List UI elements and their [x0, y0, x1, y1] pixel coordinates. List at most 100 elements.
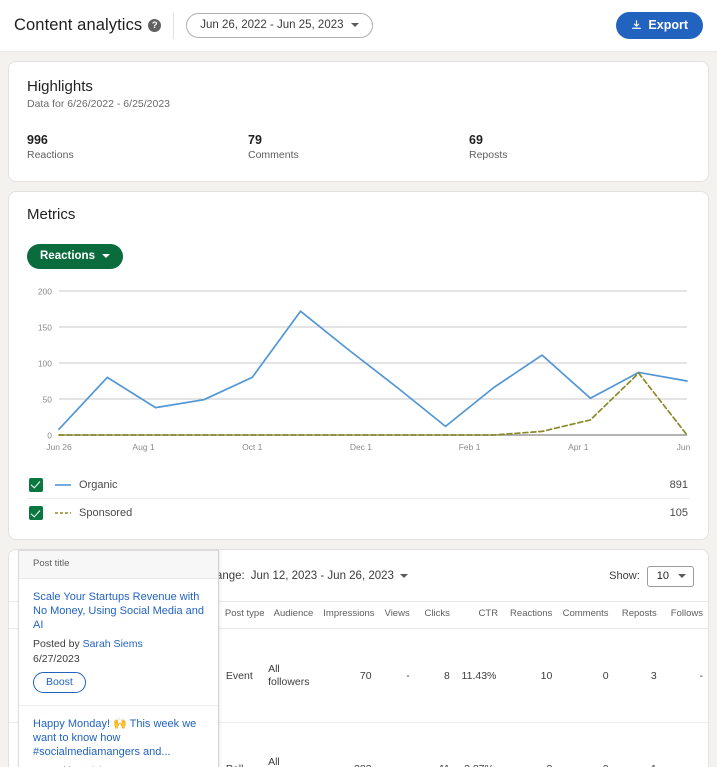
svg-text:Feb 1: Feb 1: [459, 442, 481, 452]
stat-comments: 79 Comments: [248, 133, 469, 161]
cell-views: -: [376, 628, 415, 723]
chevron-down-icon: [678, 573, 686, 578]
svg-text:50: 50: [43, 395, 53, 405]
col-impressions[interactable]: Impressions: [318, 601, 377, 629]
metrics-chart: 0 50 100 150 200 Jun 26 Aug 1 Oct 1 Dec 1 Feb 1 Ap…: [27, 283, 693, 463]
post-author-line: Posted by Sarah Siems: [33, 637, 206, 651]
post-title-cell-1: Scale Your Startups Revenue with No Mone…: [19, 579, 218, 706]
col-post-type[interactable]: Post type: [219, 601, 267, 629]
metrics-card: Metrics Reactions 0 50 100 150 200 Jun 26 Aug …: [8, 191, 709, 540]
download-icon: [632, 19, 642, 29]
cell-ctr: 11.43%: [454, 628, 504, 723]
cell-reactions: 10: [503, 628, 558, 723]
legend-checkbox-sponsored[interactable]: [29, 506, 43, 520]
svg-text:100: 100: [38, 359, 52, 369]
post-title-column-panel: Post title Scale Your Startups Revenue w…: [18, 550, 219, 767]
show-count-value: 10: [656, 569, 669, 582]
help-icon[interactable]: ?: [148, 19, 162, 32]
show-count-control: Show: 10: [609, 565, 694, 587]
col-comments[interactable]: Comments: [557, 601, 614, 629]
stat-value: 996: [27, 133, 48, 147]
legend-checkbox-organic[interactable]: [29, 477, 43, 492]
cell-clicks: 8: [414, 628, 455, 723]
cell-views: -: [376, 722, 415, 767]
cell-audience: All followers: [266, 722, 319, 767]
time-range-value: Jun 12, 2023 - Jun 26, 2023: [250, 570, 394, 582]
legend-swatch-organic: [55, 483, 71, 486]
cell-comments: 0: [557, 628, 614, 723]
highlights-subtitle: Data for 6/26/2022 - 6/25/2023: [27, 98, 171, 110]
app-header: Content analytics ? Jun 26, 2022 - Jun 2…: [0, 0, 717, 52]
stat-reposts: 69 Reposts: [469, 133, 690, 161]
svg-text:0: 0: [47, 431, 52, 441]
highlights-title: Highlights: [27, 78, 93, 95]
cell-clicks: 11: [414, 722, 455, 767]
legend-row-organic: Organic 891: [27, 471, 690, 499]
cell-impressions: 383: [318, 722, 377, 767]
post-author-link[interactable]: Sarah Siems: [83, 638, 143, 650]
cell-follows: -: [661, 628, 708, 723]
stat-reactions: 996 Reactions: [27, 133, 248, 161]
col-ctr[interactable]: CTR: [454, 601, 504, 629]
export-button[interactable]: Export: [616, 12, 703, 39]
svg-text:Jun 26: Jun 26: [46, 442, 72, 452]
legend-value-organic: 891: [669, 478, 688, 491]
show-label: Show:: [609, 570, 640, 582]
cell-reposts: 3: [613, 628, 662, 723]
cell-post-type: Poll: [219, 722, 267, 767]
highlights-stats: 996 Reactions 79 Comments 69 Reposts: [27, 133, 690, 161]
chevron-down-icon: [101, 254, 110, 258]
metrics-title: Metrics: [27, 206, 76, 223]
post-title-cell-2: Happy Monday! 🙌 This week we want to kno…: [19, 706, 218, 767]
content-engagement-card: Content engagement ? Time range: Jun 12,…: [8, 549, 709, 767]
chevron-down-icon: [399, 574, 408, 578]
post-date: 6/27/2023: [33, 653, 80, 665]
legend-value-sponsored: 105: [669, 507, 688, 519]
col-reactions[interactable]: Reactions: [503, 601, 558, 629]
metric-selector-label: Reactions: [40, 250, 95, 262]
col-clicks[interactable]: Clicks: [414, 601, 455, 629]
chart-legend: Organic 891 Sponsored 105: [27, 471, 690, 527]
cell-reposts: 1: [613, 722, 662, 767]
highlights-card: Highlights Data for 6/26/2022 - 6/25/202…: [8, 61, 709, 182]
col-audience[interactable]: Audience: [266, 601, 319, 629]
posted-by-label: Posted by: [33, 638, 80, 650]
stat-label: Comments: [248, 149, 299, 161]
show-count-select[interactable]: 10: [646, 565, 694, 587]
svg-text:Aug 1: Aug 1: [132, 442, 154, 452]
metric-selector-dropdown[interactable]: Reactions: [27, 244, 123, 269]
legend-label-sponsored: Sponsored: [79, 507, 133, 519]
date-range-label: Jun 26, 2022 - Jun 25, 2023: [200, 19, 344, 31]
metrics-line-chart: 0 50 100 150 200 Jun 26 Aug 1 Oct 1 Dec 1 Feb 1 Ap…: [38, 287, 693, 453]
cell-comments: 0: [557, 722, 614, 767]
cell-audience: All followers: [266, 628, 319, 723]
col-views[interactable]: Views: [376, 601, 415, 629]
stat-value: 79: [248, 133, 262, 147]
legend-label-organic: Organic: [79, 478, 118, 491]
stat-label: Reactions: [27, 149, 74, 161]
svg-text:Dec 1: Dec 1: [350, 442, 372, 452]
svg-text:150: 150: [38, 323, 52, 333]
stat-label: Reposts: [469, 149, 508, 161]
post-title-link[interactable]: Scale Your Startups Revenue with No Mone…: [33, 590, 206, 632]
col-follows[interactable]: Follows: [661, 601, 708, 629]
date-range-selector[interactable]: Jun 26, 2022 - Jun 25, 2023: [186, 13, 373, 38]
cell-post-type: Event: [219, 628, 267, 723]
cell-impressions: 70: [318, 628, 377, 723]
post-title-panel-header: Post title: [19, 551, 218, 579]
page-title: Content analytics: [14, 16, 143, 34]
export-label: Export: [648, 18, 688, 32]
cell-ctr: 2.87%: [454, 722, 504, 767]
legend-row-sponsored: Sponsored 105: [27, 499, 690, 527]
col-reposts[interactable]: Reposts: [613, 601, 662, 629]
chevron-down-icon: [350, 23, 359, 27]
svg-text:Apr 1: Apr 1: [568, 442, 589, 452]
header-divider: [173, 12, 175, 39]
svg-text:Jun 1: Jun 1: [677, 442, 693, 452]
boost-button[interactable]: Boost: [33, 672, 86, 693]
post-title-link[interactable]: Happy Monday! 🙌 This week we want to kno…: [33, 717, 206, 759]
cell-follows: -: [661, 722, 708, 767]
svg-text:200: 200: [38, 287, 52, 297]
legend-swatch-sponsored: [55, 512, 71, 514]
cell-reactions: 3: [503, 722, 558, 767]
